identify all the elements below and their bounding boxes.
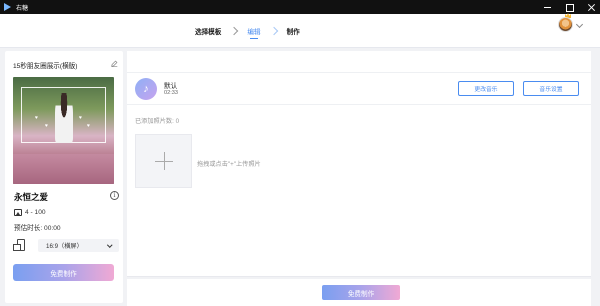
aspect-ratio-select[interactable]: 16:9（横屏） bbox=[38, 239, 119, 252]
title-bar: 右糖 bbox=[0, 0, 600, 14]
step-select-template[interactable]: 选择模板 bbox=[195, 26, 221, 36]
active-step-indicator bbox=[250, 37, 258, 39]
step-navigator: 选择模板 编辑 制作 bbox=[195, 24, 300, 39]
bottom-bar: 免费制作 bbox=[127, 279, 591, 306]
template-thumbnail[interactable]: ♥ ♥ ♥ ♥ bbox=[13, 77, 114, 184]
chevron-down-icon bbox=[106, 242, 112, 248]
heart-icon: ♥ bbox=[35, 115, 38, 121]
free-make-button[interactable]: 免费制作 bbox=[13, 264, 114, 281]
music-row: ♪ 默认 02:33 更改音乐 音乐设置 bbox=[127, 72, 591, 105]
step-edit-wrapper: 编辑 bbox=[247, 26, 261, 39]
step-produce[interactable]: 制作 bbox=[287, 26, 300, 36]
thumbnail-base bbox=[13, 154, 114, 184]
aspect-ratio-value: 16:9（横屏） bbox=[46, 243, 83, 250]
edit-icon[interactable] bbox=[111, 60, 118, 67]
image-icon bbox=[14, 209, 22, 216]
heart-icon: ♥ bbox=[87, 123, 90, 129]
divider bbox=[127, 276, 591, 277]
thumbnail-couple bbox=[55, 93, 73, 143]
template-title: 15秒朋友圈展示(横版) bbox=[13, 63, 78, 70]
photo-count: 4 - 100 bbox=[25, 209, 46, 216]
chevron-right-icon bbox=[228, 25, 240, 37]
free-make-bottom-button[interactable]: 免费制作 bbox=[322, 285, 400, 300]
window-controls bbox=[543, 0, 596, 14]
step-edit[interactable]: 编辑 bbox=[247, 29, 260, 36]
maximize-icon[interactable] bbox=[565, 3, 574, 12]
music-note-icon: ♪ bbox=[135, 78, 157, 100]
upload-hint: 拖拽或点击"+"上传照片 bbox=[197, 161, 261, 168]
app-name: 右糖 bbox=[16, 5, 29, 12]
template-panel: 15秒朋友圈展示(横版) ♥ ♥ ♥ ♥ 永恒之爱 i 4 - 100 预估时长… bbox=[5, 51, 123, 303]
orientation-icon bbox=[13, 239, 25, 251]
heart-icon: ♥ bbox=[79, 115, 82, 121]
app-logo-icon bbox=[3, 2, 12, 12]
minimize-icon[interactable] bbox=[543, 3, 552, 12]
music-duration: 02:33 bbox=[164, 90, 178, 96]
editor-panel: ♪ 默认 02:33 更改音乐 音乐设置 已添加照片数: 0 拖拽或点击"+"上… bbox=[127, 51, 591, 276]
added-photo-count: 已添加照片数: 0 bbox=[135, 118, 180, 125]
upload-photo-box[interactable] bbox=[135, 134, 192, 188]
close-icon[interactable] bbox=[587, 3, 596, 12]
header: 选择模板 编辑 制作 bbox=[0, 14, 600, 48]
avatar[interactable] bbox=[558, 17, 573, 32]
plus-icon bbox=[155, 152, 173, 170]
music-name: 默认 bbox=[164, 83, 178, 90]
template-name: 永恒之爱 bbox=[14, 192, 49, 202]
change-music-button[interactable]: 更改音乐 bbox=[458, 81, 514, 96]
estimated-duration: 预估时长: 00:00 bbox=[14, 225, 61, 232]
music-settings-button[interactable]: 音乐设置 bbox=[523, 81, 579, 96]
info-icon[interactable]: i bbox=[110, 191, 119, 200]
chevron-right-icon bbox=[268, 25, 280, 37]
heart-icon: ♥ bbox=[45, 123, 48, 129]
